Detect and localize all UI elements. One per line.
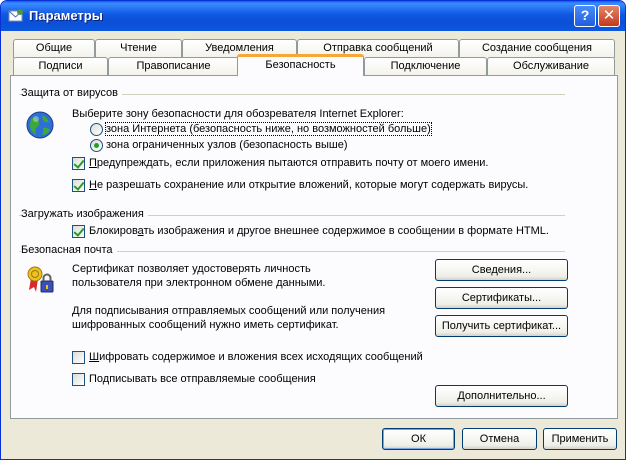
virus-group-title: Защита от вирусов xyxy=(21,87,122,99)
sign-all-checkbox[interactable] xyxy=(72,373,85,386)
block-attachments-label[interactable]: Не разрешать сохранение или открытие вло… xyxy=(89,179,528,191)
mail-app-icon xyxy=(8,9,23,22)
zone-restricted-label[interactable]: зона ограниченных узлов (безопасность вы… xyxy=(106,139,348,151)
options-dialog: Параметры ? ✕ Общие Чтение Уведомления О… xyxy=(0,0,626,460)
digital-ids-info-button[interactable]: Сведения... xyxy=(435,259,568,281)
zone-prompt-text: Выберите зону безопасности для обозреват… xyxy=(72,108,404,120)
encrypt-all-label[interactable]: Шифровать содержимое и вложения всех исх… xyxy=(89,351,423,363)
tab-general[interactable]: Общие xyxy=(13,39,95,58)
block-attachments-checkbox[interactable] xyxy=(72,179,85,192)
tab-connection[interactable]: Подключение xyxy=(364,57,487,76)
sign-description-line2: шифрованных сообщений нужно иметь сертиф… xyxy=(72,319,339,331)
get-digital-id-button[interactable]: Получить сертификат... xyxy=(435,315,568,337)
warn-send-label[interactable]: Предупреждать, если приложения пытаются … xyxy=(89,157,488,169)
digital-ids-button[interactable]: Сертификаты... xyxy=(435,287,568,309)
close-button[interactable]: ✕ xyxy=(598,5,620,27)
tab-spelling[interactable]: Правописание xyxy=(108,57,239,76)
tab-security[interactable]: Безопасность xyxy=(237,54,364,76)
cert-description-line1: Сертификат позволяет удостоверять личнос… xyxy=(72,263,311,275)
zone-internet-radio[interactable] xyxy=(90,123,103,136)
security-panel: Защита от вирусов Выберите зону безопасн… xyxy=(10,75,618,419)
mail-group-title: Безопасная почта xyxy=(21,244,117,256)
sign-description-line1: Для подписывания отправляемых сообщений … xyxy=(72,305,386,317)
title-bar[interactable]: Параметры ? ✕ xyxy=(1,1,625,31)
tab-read[interactable]: Чтение xyxy=(95,39,182,58)
encrypt-all-checkbox[interactable] xyxy=(72,351,85,364)
apply-button[interactable]: Применить xyxy=(543,428,617,450)
tab-signatures[interactable]: Подписи xyxy=(13,57,108,76)
globe-shield-icon xyxy=(26,111,54,139)
zone-restricted-radio[interactable] xyxy=(90,139,103,152)
ok-button[interactable]: ОК xyxy=(382,428,455,450)
tab-maintenance[interactable]: Обслуживание xyxy=(487,57,615,76)
cancel-button[interactable]: Отмена xyxy=(462,428,537,450)
cert-description-line2: пользователя при электронном обмене данн… xyxy=(72,277,326,289)
zone-internet-label[interactable]: зона Интернета (безопасность ниже, но во… xyxy=(105,122,432,136)
help-button[interactable]: ? xyxy=(574,5,596,27)
advanced-button[interactable]: Дополнительно... xyxy=(435,385,568,407)
window-title: Параметры xyxy=(29,8,103,23)
certificate-lock-icon xyxy=(27,266,54,293)
warn-send-checkbox[interactable] xyxy=(72,157,85,170)
tab-compose[interactable]: Создание сообщения xyxy=(459,39,615,58)
block-images-label[interactable]: Блокировать изображения и другое внешнее… xyxy=(89,225,549,237)
images-group-title: Загружать изображения xyxy=(21,208,148,220)
sign-all-label[interactable]: Подписывать все отправляемые сообщения xyxy=(89,373,316,385)
block-images-checkbox[interactable] xyxy=(72,225,85,238)
